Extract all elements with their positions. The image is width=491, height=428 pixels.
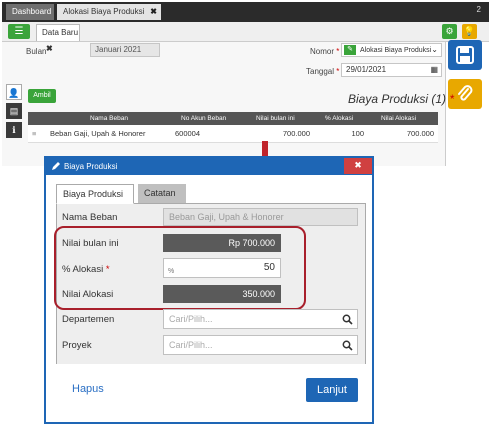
departemen-field[interactable]: Cari/Pilih... xyxy=(163,309,358,329)
col-no-akun: No Akun Beban xyxy=(181,115,227,122)
close-data-baru-icon[interactable]: ✖ xyxy=(46,44,53,53)
drag-handle-icon[interactable]: ≡ xyxy=(32,125,36,143)
save-button[interactable] xyxy=(448,40,482,70)
tanggal-field[interactable]: 29/01/2021 ▦ xyxy=(341,63,442,77)
tab-label: Alokasi Biaya Produksi xyxy=(63,7,145,16)
gear-icon[interactable]: ⚙ xyxy=(442,24,457,39)
proyek-placeholder: Cari/Pilih... xyxy=(169,340,213,350)
nama-beban-label: Nama Beban xyxy=(62,212,118,223)
user-icon[interactable]: 👤 xyxy=(6,84,22,100)
nomor-label: Nomor * xyxy=(310,47,339,56)
dialog-title-bar: Biaya Produksi ✖ xyxy=(46,158,372,175)
bulan-label: Bulan xyxy=(26,47,47,56)
nomor-label-text: Nomor xyxy=(310,47,335,56)
floppy-disk-icon xyxy=(456,46,474,64)
tab-dashboard[interactable]: Dashboard xyxy=(6,4,54,20)
row-nilai-bulan: 700.000 xyxy=(282,129,310,138)
tanggal-label: Tanggal * xyxy=(306,67,339,76)
proyek-label: Proyek xyxy=(62,340,92,351)
lightbulb-icon[interactable]: 💡 xyxy=(462,24,477,39)
list-icon[interactable]: ☰ xyxy=(8,24,30,39)
bulan-field[interactable]: Januari 2021 xyxy=(90,43,160,57)
tab-biaya-produksi[interactable]: Biaya Produksi xyxy=(56,184,134,204)
calendar-icon[interactable]: ▦ xyxy=(430,64,438,76)
col-alokasi: % Alokasi xyxy=(325,115,354,122)
search-icon[interactable] xyxy=(342,340,353,351)
nomor-required: * xyxy=(336,47,340,56)
tab-catatan[interactable]: Catatan xyxy=(138,184,186,204)
tab-data-baru[interactable]: Data Baru ✖ xyxy=(36,24,80,53)
table-row[interactable]: ≡ Beban Gaji, Upah & Honorer 600004 700.… xyxy=(28,125,438,143)
tab-counter: 2 xyxy=(476,5,481,14)
nomor-select[interactable]: ✎ Alokasi Biaya Produksi ⌄ xyxy=(341,43,442,57)
tanggal-value: 29/01/2021 xyxy=(346,65,387,74)
col-nilai-alokasi: Nilai Alokasi xyxy=(381,115,417,122)
row-no-akun: 600004 xyxy=(175,129,201,138)
info-icon[interactable]: ℹ xyxy=(6,122,22,138)
lanjut-button[interactable]: Lanjut xyxy=(306,378,358,402)
tanggal-label-text: Tanggal xyxy=(306,67,335,76)
nomor-value: Alokasi Biaya Produksi xyxy=(360,47,432,54)
ambil-button[interactable]: Ambil xyxy=(28,89,56,103)
row-nilai-alokasi: 700.000 xyxy=(406,129,434,138)
side-icon-bar: 👤 ▤ ℹ xyxy=(6,84,22,141)
paperclip-icon xyxy=(458,85,473,101)
hapus-button[interactable]: Hapus xyxy=(72,383,104,395)
section-title: Biaya Produksi (1) * xyxy=(348,92,454,106)
row-alokasi: 100 xyxy=(351,129,364,138)
sub-toolbar: ☰ Data Baru ✖ ⚙ 💡 xyxy=(2,22,489,53)
section-required: * xyxy=(449,92,455,106)
nama-beban-field: Beban Gaji, Upah & Honorer xyxy=(163,208,358,226)
section-title-text: Biaya Produksi (1) xyxy=(348,92,447,106)
table-icon[interactable]: ▤ xyxy=(6,103,22,119)
close-tab-icon[interactable]: ✖ xyxy=(150,4,157,20)
dialog-title: Biaya Produksi xyxy=(64,162,118,171)
data-baru-label: Data Baru xyxy=(42,28,79,37)
proyek-field[interactable]: Cari/Pilih... xyxy=(163,335,358,355)
tab-alokasi-biaya-produksi[interactable]: Alokasi Biaya Produksi ✖ xyxy=(57,4,161,20)
app-tab-bar: Dashboard Alokasi Biaya Produksi ✖ 2 xyxy=(2,2,489,22)
pencil-icon xyxy=(52,162,60,170)
tanggal-required: * xyxy=(336,67,340,76)
row-nama-beban: Beban Gaji, Upah & Honorer xyxy=(50,129,146,138)
table-header: Nama Beban No Akun Beban Nilai bulan ini… xyxy=(28,112,438,125)
departemen-label: Departemen xyxy=(62,314,115,325)
dialog-close-button[interactable]: ✖ xyxy=(344,158,372,174)
col-nama-beban: Nama Beban xyxy=(90,115,128,122)
search-icon[interactable] xyxy=(342,314,353,325)
pencil-icon: ✎ xyxy=(344,45,356,55)
departemen-placeholder: Cari/Pilih... xyxy=(169,314,213,324)
highlight-box xyxy=(54,226,306,310)
chevron-down-icon: ⌄ xyxy=(431,45,438,54)
biaya-produksi-table: Nama Beban No Akun Beban Nilai bulan ini… xyxy=(28,112,438,143)
col-nilai-bulan: Nilai bulan ini xyxy=(256,115,295,122)
